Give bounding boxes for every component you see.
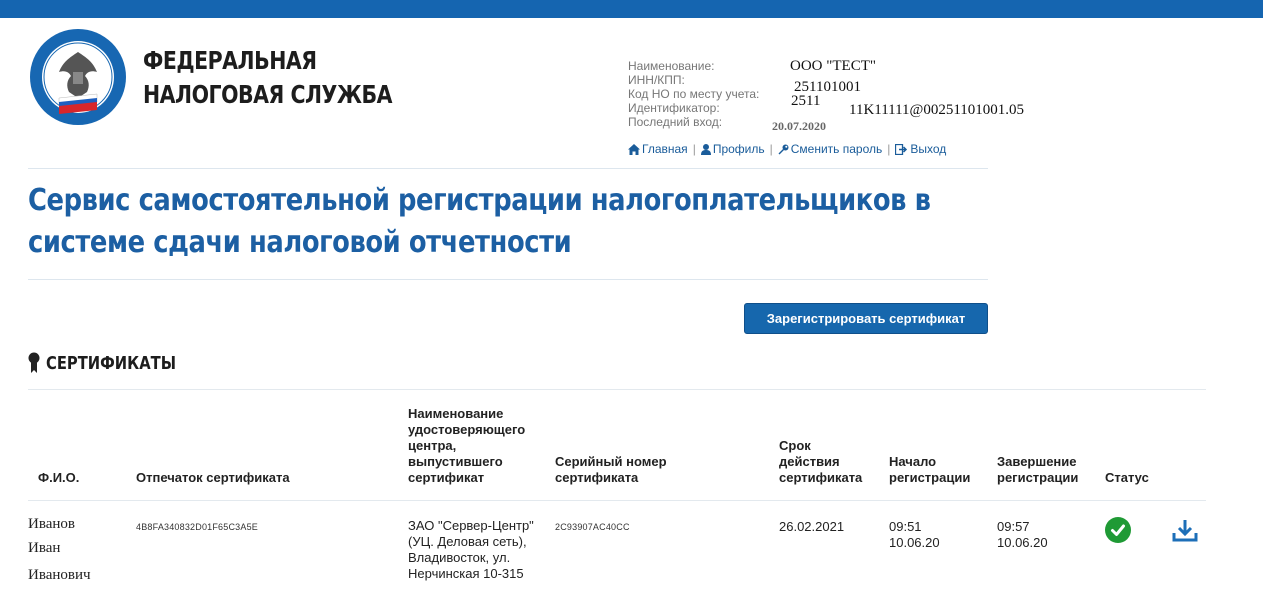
end-cell: 09:57 10.06.20 (997, 519, 1048, 551)
certificates-section-header: СЕРТИФИКАТЫ (28, 352, 205, 374)
col-header-thumbprint: Отпечаток сертификата (136, 470, 290, 485)
account-code-value: 2511 (791, 93, 821, 109)
nav-home-label: Главная (642, 142, 688, 156)
end-time: 09:57 (997, 519, 1030, 534)
col-header-serial: Серийный номер сертификата (555, 454, 667, 485)
fio-cell: Иванов Иван Иванович (28, 512, 91, 587)
start-date: 10.06.20 (889, 535, 940, 550)
nav-logout-link[interactable]: Выход (895, 142, 946, 156)
certificate-icon (28, 352, 40, 373)
col-header-status: Статус (1105, 470, 1149, 485)
check-circle-icon (1105, 517, 1131, 543)
download-icon[interactable] (1172, 518, 1198, 544)
nav-profile-label: Профиль (712, 142, 765, 156)
nav-separator: | (887, 142, 891, 156)
ca-cell: ЗАО "Сервер-Центр" (УЦ. Деловая сеть), В… (408, 518, 534, 581)
col-header-ca: Наименование удостоверяющего центра, вып… (408, 406, 526, 485)
divider (28, 389, 1206, 390)
agency-name-line1: ФЕДЕРАЛЬНАЯ (143, 46, 317, 75)
nav-home-link[interactable]: Главная (628, 142, 688, 156)
agency-name-line2: НАЛОГОВАЯ СЛУЖБА (143, 80, 392, 109)
col-header-validity: Срок действия сертификата (779, 438, 863, 485)
account-name-value: ООО "ТЕСТ" (790, 58, 876, 74)
nav-separator: | (769, 142, 773, 156)
user-icon (700, 143, 711, 155)
col-header-fio: Ф.И.О. (38, 470, 80, 485)
fio-last-name: Иванов (28, 516, 75, 532)
fio-patronymic: Иванович (28, 567, 91, 583)
user-nav: Главная | Профиль | Сменить пароль | Вых… (628, 142, 946, 156)
start-cell: 09:51 10.06.20 (889, 519, 940, 551)
account-code-label: Код НО по месту учета: (628, 87, 760, 101)
nav-change-password-link[interactable]: Сменить пароль (778, 142, 883, 156)
nav-profile-link[interactable]: Профиль (700, 142, 765, 156)
fio-first-name: Иван (28, 540, 61, 556)
nav-separator: | (692, 142, 696, 156)
section-title: СЕРТИФИКАТЫ (46, 352, 176, 374)
start-time: 09:51 (889, 519, 922, 534)
end-date: 10.06.20 (997, 535, 1048, 550)
agency-name: ФЕДЕРАЛЬНАЯ НАЛОГОВАЯ СЛУЖБА (143, 44, 392, 112)
account-id-value: 11K11111@00251101001.05 (849, 102, 1025, 118)
divider (28, 500, 1206, 501)
wrench-icon (778, 144, 789, 154)
top-bar (0, 0, 1263, 18)
logout-icon (895, 143, 908, 155)
register-certificate-button[interactable]: Зарегистрировать сертификат (744, 303, 988, 334)
serial-cell: 2C93907AC40CC (555, 522, 630, 532)
home-icon (628, 143, 640, 155)
account-inn-label: ИНН/КПП: (628, 73, 685, 87)
page-title: Сервис самостоятельной регистрации налог… (28, 183, 931, 260)
account-name-label: Наименование: (628, 59, 715, 73)
fns-emblem-icon (29, 28, 127, 126)
account-last-login-label: Последний вход: (628, 115, 723, 129)
col-header-end: Завершение регистрации (997, 454, 1079, 485)
col-header-start: Начало регистрации (889, 454, 971, 485)
divider (28, 168, 988, 169)
account-id-label: Идентификатор: (628, 101, 720, 115)
nav-change-password-label: Сменить пароль (790, 142, 883, 156)
account-last-login-value: 20.07.2020 (772, 119, 826, 133)
validity-cell: 26.02.2021 (779, 519, 845, 534)
divider (28, 279, 988, 280)
nav-logout-label: Выход (910, 142, 947, 156)
thumbprint-cell: 4B8FA340832D01F65C3A5E (136, 522, 258, 532)
